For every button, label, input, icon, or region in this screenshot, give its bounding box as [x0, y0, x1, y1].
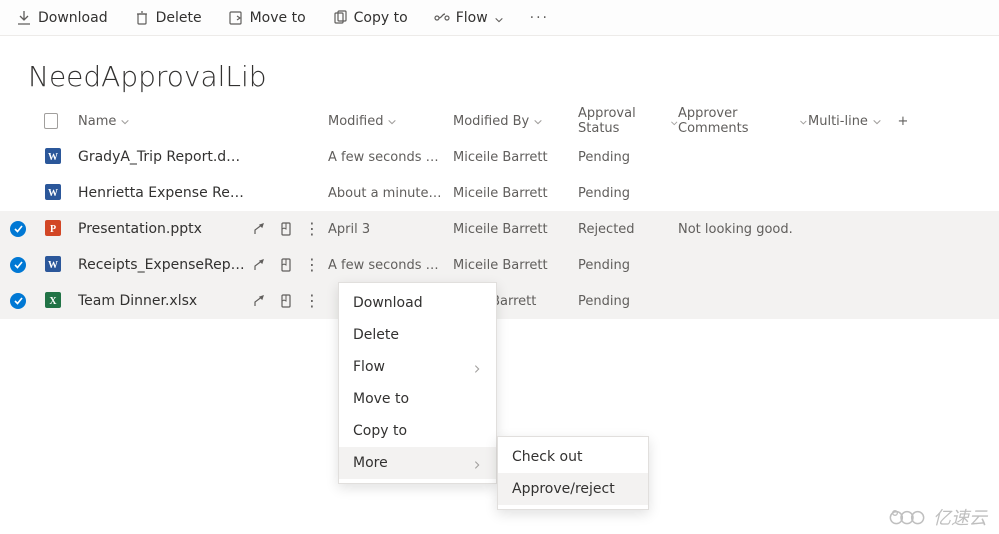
- watermark-text: 亿速云: [933, 504, 987, 530]
- approver-comments-cell: Not looking good.: [678, 222, 808, 237]
- approval-status-cell: Rejected: [578, 222, 678, 237]
- copy-to-button[interactable]: Copy to: [324, 6, 416, 30]
- file-type-icon: [44, 113, 58, 129]
- file-name[interactable]: Receipts_ExpenseReport …: [78, 257, 248, 273]
- document-list: Name Modified Modified By Approval Statu…: [0, 103, 999, 319]
- file-type-icon: [44, 147, 62, 165]
- file-type-icon: [44, 219, 62, 237]
- file-name[interactable]: Team Dinner.xlsx: [78, 293, 248, 309]
- selected-check-icon[interactable]: [10, 257, 26, 273]
- context-submenu-more: Check out Approve/reject: [497, 436, 649, 510]
- move-to-icon: [228, 10, 244, 26]
- table-row[interactable]: Presentation.pptx ⋮ April 3Miceile Barrett…: [0, 211, 999, 247]
- row-overflow-button[interactable]: ⋮: [304, 257, 320, 273]
- share-icon[interactable]: [252, 221, 268, 237]
- move-to-button[interactable]: Move to: [220, 6, 314, 30]
- ctx-delete[interactable]: Delete: [339, 319, 496, 351]
- download-icon: [16, 10, 32, 26]
- column-header-comments[interactable]: Approver Comments: [678, 106, 808, 136]
- table-row[interactable]: Henrietta Expense Report.docx⋮About a mi…: [0, 175, 999, 211]
- ctx-move-to[interactable]: Move to: [339, 383, 496, 415]
- modified-cell: About a minute ago: [328, 186, 453, 201]
- modified-cell: A few seconds ago: [328, 150, 453, 165]
- modified-by-cell: Miceile Barrett: [453, 258, 578, 273]
- share-icon[interactable]: [252, 257, 268, 273]
- modified-by-cell: Miceile Barrett: [453, 222, 578, 237]
- chevron-right-icon: [472, 458, 482, 468]
- column-header-multiline[interactable]: Multi-line: [808, 114, 888, 129]
- download-button[interactable]: Download: [8, 6, 116, 30]
- chevron-down-icon: [872, 116, 882, 126]
- approval-status-cell: Pending: [578, 258, 678, 273]
- file-name[interactable]: Presentation.pptx: [78, 221, 248, 237]
- command-bar: Download Delete Move to Copy to Flow ···: [0, 0, 999, 36]
- table-row[interactable]: Receipts_ExpenseReport … ⋮ A few seconds a…: [0, 247, 999, 283]
- add-column-button[interactable]: +: [888, 114, 918, 129]
- chevron-down-icon: [494, 13, 504, 23]
- column-header-modifiedby[interactable]: Modified By: [453, 114, 578, 129]
- bookmark-icon[interactable]: [278, 221, 294, 237]
- column-header-type[interactable]: [44, 113, 78, 129]
- row-overflow-button[interactable]: ⋮: [304, 293, 320, 309]
- chevron-down-icon: [799, 116, 808, 126]
- context-menu: Download Delete Flow Move to Copy to Mor…: [338, 282, 497, 484]
- modified-cell: April 3: [328, 222, 453, 237]
- chevron-right-icon: [472, 362, 482, 372]
- copy-to-icon: [332, 10, 348, 26]
- file-type-icon: [44, 183, 62, 201]
- ctx-approve-reject[interactable]: Approve/reject: [498, 473, 648, 505]
- chevron-down-icon: [120, 116, 130, 126]
- file-name[interactable]: Henrietta Expense Report.docx: [78, 185, 248, 201]
- approval-status-cell: Pending: [578, 294, 678, 309]
- chevron-down-icon: [670, 116, 678, 126]
- bookmark-icon[interactable]: [278, 293, 294, 309]
- chevron-down-icon: [387, 116, 397, 126]
- column-header-row: Name Modified Modified By Approval Statu…: [0, 103, 999, 139]
- copy-to-label: Copy to: [354, 10, 408, 26]
- download-label: Download: [38, 10, 108, 26]
- watermark: 亿速云: [887, 504, 987, 530]
- chevron-down-icon: [533, 116, 543, 126]
- flow-label: Flow: [456, 10, 488, 26]
- ctx-check-out[interactable]: Check out: [498, 441, 648, 473]
- delete-button[interactable]: Delete: [126, 6, 210, 30]
- overflow-menu-button[interactable]: ···: [522, 6, 557, 30]
- modified-by-cell: Miceile Barrett: [453, 186, 578, 201]
- share-icon[interactable]: [252, 293, 268, 309]
- file-name[interactable]: GradyA_Trip Report.docx: [78, 149, 248, 165]
- selected-check-icon[interactable]: [10, 293, 26, 309]
- modified-cell: A few seconds ago: [328, 258, 453, 273]
- file-type-icon: [44, 291, 62, 309]
- file-type-icon: [44, 255, 62, 273]
- approval-status-cell: Pending: [578, 150, 678, 165]
- selected-check-icon[interactable]: [10, 221, 26, 237]
- page-title: NeedApprovalLib: [0, 36, 999, 103]
- approval-status-cell: Pending: [578, 186, 678, 201]
- ctx-copy-to[interactable]: Copy to: [339, 415, 496, 447]
- column-header-approval[interactable]: Approval Status: [578, 106, 678, 136]
- ctx-download[interactable]: Download: [339, 287, 496, 319]
- ctx-more[interactable]: More: [339, 447, 496, 479]
- watermark-logo-icon: [887, 506, 927, 528]
- delete-label: Delete: [156, 10, 202, 26]
- modified-by-cell: Miceile Barrett: [453, 150, 578, 165]
- flow-button[interactable]: Flow: [426, 6, 512, 30]
- column-header-name[interactable]: Name: [78, 114, 328, 129]
- column-header-modified[interactable]: Modified: [328, 114, 453, 129]
- row-overflow-button[interactable]: ⋮: [304, 221, 320, 237]
- table-row[interactable]: Team Dinner.xlsx⋮iceile BarrettPending: [0, 283, 999, 319]
- bookmark-icon[interactable]: [278, 257, 294, 273]
- table-row[interactable]: GradyA_Trip Report.docx⋮A few seconds ag…: [0, 139, 999, 175]
- move-to-label: Move to: [250, 10, 306, 26]
- ctx-flow[interactable]: Flow: [339, 351, 496, 383]
- delete-icon: [134, 10, 150, 26]
- flow-icon: [434, 10, 450, 26]
